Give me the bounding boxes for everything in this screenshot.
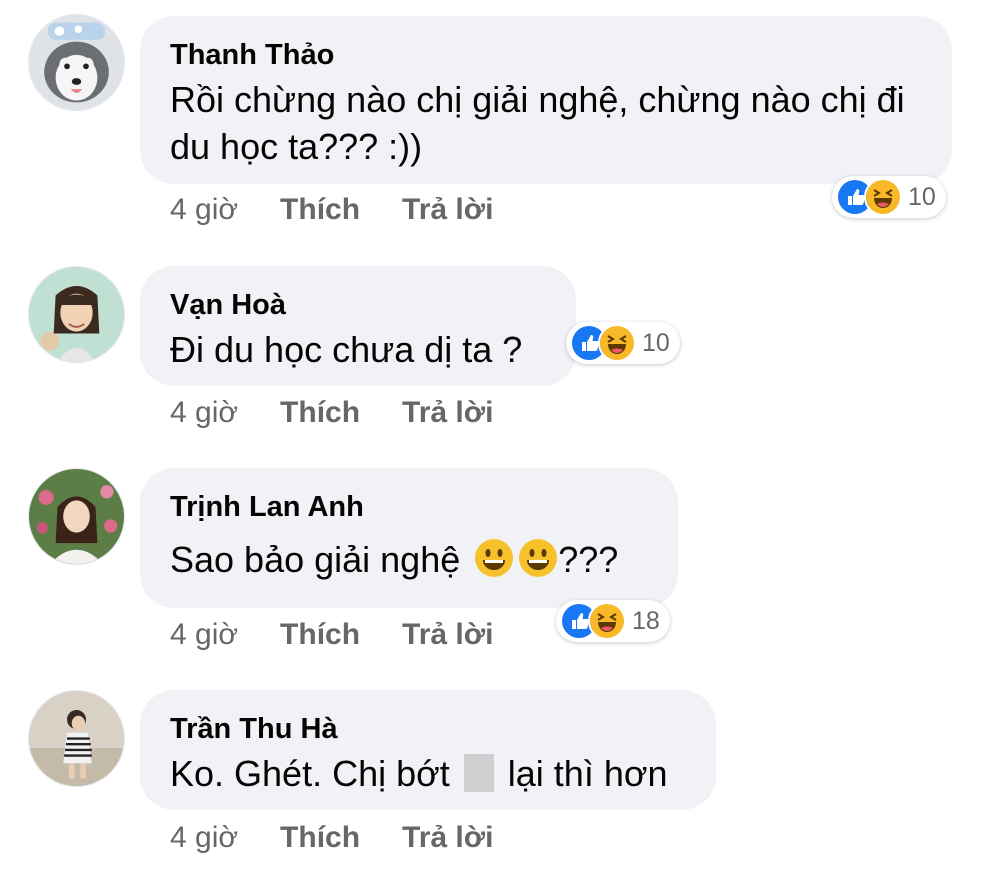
grinning-face-icon <box>518 538 558 578</box>
comment-text-start: Ko. Ghét. Chị bớt <box>170 753 450 794</box>
comment-time[interactable]: 4 giờ <box>170 395 238 431</box>
reply-button[interactable]: Trả lời <box>402 820 493 856</box>
avatar[interactable] <box>28 690 125 787</box>
comment-actions: 4 giờ Thích Trả lời <box>170 395 493 431</box>
comment-author[interactable]: Trần Thu Hà <box>170 712 688 746</box>
comment-actions: 4 giờ Thích Trả lời <box>170 820 493 856</box>
like-button[interactable]: Thích <box>280 395 360 431</box>
comment-text: Ko. Ghét. Chị bớt lại thì hơn <box>170 750 688 797</box>
comment-author[interactable]: Vạn Hoà <box>170 288 548 322</box>
comment-bubble: Vạn Hoà Đi du học chưa dị ta ? <box>140 266 576 386</box>
like-button[interactable]: Thích <box>280 192 360 228</box>
comment-bubble: Trần Thu Hà Ko. Ghét. Chị bớt lại thì hơ… <box>140 690 716 810</box>
haha-reaction-icon <box>598 324 636 362</box>
comment-author[interactable]: Thanh Thảo <box>170 38 924 72</box>
comment-text: Sao bảo giải nghệ ??? <box>170 536 650 583</box>
comment-actions: 4 giờ Thích Trả lời <box>170 192 493 228</box>
grinning-face-icon <box>474 538 514 578</box>
illustrated-girl-avatar-icon <box>29 267 124 362</box>
reaction-summary[interactable]: 10 <box>832 176 946 218</box>
comment-text-end: ??? <box>558 539 619 580</box>
reaction-summary[interactable]: 18 <box>556 600 670 642</box>
like-button[interactable]: Thích <box>280 820 360 856</box>
comment-time[interactable]: 4 giờ <box>170 617 238 653</box>
like-button[interactable]: Thích <box>280 617 360 653</box>
child-photo-avatar-icon <box>29 691 124 786</box>
girl-with-flowers-avatar-icon <box>29 469 124 564</box>
reaction-summary[interactable]: 10 <box>566 322 680 364</box>
avatar[interactable] <box>28 14 125 111</box>
husky-dog-avatar-icon <box>29 15 124 110</box>
reply-button[interactable]: Trả lời <box>402 395 493 431</box>
comment-actions: 4 giờ Thích Trả lời <box>170 617 493 653</box>
comment-text-start: Sao bảo giải nghệ <box>170 539 461 580</box>
reply-button[interactable]: Trả lời <box>402 192 493 228</box>
avatar[interactable] <box>28 266 125 363</box>
avatar[interactable] <box>28 468 125 565</box>
reply-button[interactable]: Trả lời <box>402 617 493 653</box>
comment-time[interactable]: 4 giờ <box>170 820 238 856</box>
comment-text-end: lại thì hơn <box>507 753 668 794</box>
comment-time[interactable]: 4 giờ <box>170 192 238 228</box>
comment-text: Rồi chừng nào chị giải nghệ, chừng nào c… <box>170 79 905 167</box>
comment-author[interactable]: Trịnh Lan Anh <box>170 490 650 524</box>
censored-word-block <box>463 754 494 792</box>
comment-bubble: Trịnh Lan Anh Sao bảo giải nghệ ??? <box>140 468 678 608</box>
haha-reaction-icon <box>588 602 626 640</box>
reaction-count: 10 <box>908 182 936 211</box>
haha-reaction-icon <box>864 178 902 216</box>
reaction-count: 10 <box>642 328 670 357</box>
reaction-count: 18 <box>632 606 660 635</box>
comment-text: Đi du học chưa dị ta ? <box>170 329 523 370</box>
comment-bubble: Thanh Thảo Rồi chừng nào chị giải nghệ, … <box>140 16 952 184</box>
